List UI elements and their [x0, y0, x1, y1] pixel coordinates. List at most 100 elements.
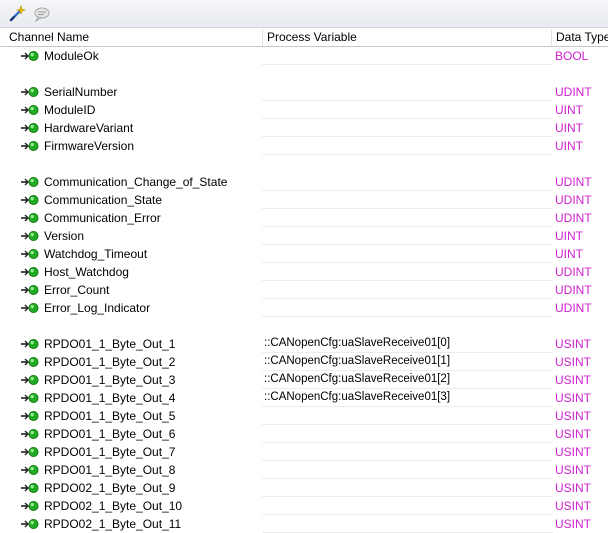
channel-row[interactable]: RPDO02_1_Byte_Out_10 USINT: [0, 497, 608, 515]
process-variable-cell[interactable]: [262, 443, 553, 461]
channel-name-cell[interactable]: SerialNumber: [0, 83, 262, 101]
process-variable-cell[interactable]: [262, 281, 553, 299]
channel-name-cell[interactable]: RPDO01_1_Byte_Out_6: [0, 425, 262, 443]
data-type-cell: UINT: [555, 247, 583, 261]
toolbar: [0, 0, 608, 28]
channel-row[interactable]: RPDO01_1_Byte_Out_2::CANopenCfg:uaSlaveR…: [0, 353, 608, 371]
channel-row[interactable]: RPDO02_1_Byte_Out_11 USINT: [0, 515, 608, 533]
wand-icon[interactable]: [8, 5, 26, 23]
process-variable-cell[interactable]: [262, 461, 553, 479]
process-variable-cell[interactable]: [262, 137, 553, 155]
channel-row[interactable]: RPDO02_1_Byte_Out_9 USINT: [0, 479, 608, 497]
channel-row[interactable]: RPDO01_1_Byte_Out_8 USINT: [0, 461, 608, 479]
channel-row[interactable]: Error_Log_Indicator UDINT: [0, 299, 608, 317]
process-variable-cell[interactable]: [262, 263, 553, 281]
process-variable-cell[interactable]: [262, 245, 553, 263]
process-variable-cell[interactable]: [262, 209, 553, 227]
data-type-cell: USINT: [555, 427, 591, 441]
channel-row[interactable]: Watchdog_Timeout UINT: [0, 245, 608, 263]
io-channel-icon: [20, 428, 40, 440]
io-channel-icon: [20, 302, 40, 314]
data-type-cell: UINT: [555, 121, 583, 135]
channel-row[interactable]: RPDO01_1_Byte_Out_4::CANopenCfg:uaSlaveR…: [0, 389, 608, 407]
process-variable-cell[interactable]: [262, 83, 553, 101]
channel-name-cell[interactable]: RPDO01_1_Byte_Out_8: [0, 461, 262, 479]
process-variable-cell[interactable]: ::CANopenCfg:uaSlaveReceive01[3]: [262, 389, 553, 407]
channel-name-cell[interactable]: Communication_State: [0, 191, 262, 209]
data-type-cell: USINT: [555, 481, 591, 495]
channel-name: Communication_Error: [44, 211, 161, 225]
data-type-cell: UDINT: [555, 301, 592, 315]
channel-name-cell[interactable]: RPDO02_1_Byte_Out_11: [0, 515, 262, 533]
io-channel-icon: [20, 356, 40, 368]
channel-name: RPDO01_1_Byte_Out_6: [44, 427, 176, 441]
process-variable-cell[interactable]: [262, 479, 553, 497]
channel-row[interactable]: RPDO01_1_Byte_Out_7 USINT: [0, 443, 608, 461]
process-variable-cell[interactable]: ::CANopenCfg:uaSlaveReceive01[0]: [262, 335, 553, 353]
process-variable-cell[interactable]: [262, 227, 553, 245]
channel-name-cell[interactable]: Host_Watchdog: [0, 263, 262, 281]
channel-name-cell[interactable]: RPDO01_1_Byte_Out_1: [0, 335, 262, 353]
channel-name-cell[interactable]: Communication_Error: [0, 209, 262, 227]
data-type-cell: UDINT: [555, 265, 592, 279]
channel-row[interactable]: Communication_State UDINT: [0, 191, 608, 209]
process-variable-cell[interactable]: [262, 101, 553, 119]
channel-row[interactable]: Host_Watchdog UDINT: [0, 263, 608, 281]
channel-row[interactable]: Version UINT: [0, 227, 608, 245]
channel-name-cell[interactable]: RPDO01_1_Byte_Out_4: [0, 389, 262, 407]
channel-row[interactable]: Error_Count UDINT: [0, 281, 608, 299]
channel-row[interactable]: HardwareVariant UINT: [0, 119, 608, 137]
channel-row[interactable]: SerialNumber UDINT: [0, 83, 608, 101]
process-variable-cell[interactable]: ::CANopenCfg:uaSlaveReceive01[2]: [262, 371, 553, 389]
io-channel-icon: [20, 230, 40, 242]
io-channel-icon: [20, 122, 40, 134]
data-type-cell: BOOL: [555, 49, 589, 63]
channel-row[interactable]: RPDO01_1_Byte_Out_6 USINT: [0, 425, 608, 443]
process-variable-cell[interactable]: ::CANopenCfg:uaSlaveReceive01[1]: [262, 353, 553, 371]
io-channel-icon: [20, 518, 40, 530]
channel-name: RPDO02_1_Byte_Out_11: [44, 517, 182, 531]
channel-row[interactable]: ModuleOk BOOL: [0, 47, 608, 65]
channel-name-cell[interactable]: RPDO02_1_Byte_Out_10: [0, 497, 262, 515]
channel-name-cell[interactable]: FirmwareVersion: [0, 137, 262, 155]
channel-name-cell[interactable]: Error_Count: [0, 281, 262, 299]
column-header-process-variable[interactable]: Process Variable: [262, 29, 551, 46]
process-variable-cell[interactable]: [262, 119, 553, 137]
channel-row[interactable]: RPDO01_1_Byte_Out_1::CANopenCfg:uaSlaveR…: [0, 335, 608, 353]
channel-row[interactable]: Communication_Change_of_State UDINT: [0, 173, 608, 191]
channel-row[interactable]: ModuleID UINT: [0, 101, 608, 119]
data-type-cell: USINT: [555, 373, 591, 387]
process-variable-cell[interactable]: [262, 173, 553, 191]
channel-name: Watchdog_Timeout: [44, 247, 148, 261]
column-header-data-type[interactable]: Data Type: [551, 29, 608, 46]
channel-name-cell[interactable]: HardwareVariant: [0, 119, 262, 137]
channel-name-cell[interactable]: ModuleOk: [0, 47, 262, 65]
process-variable-cell[interactable]: [262, 191, 553, 209]
channel-name-cell[interactable]: RPDO01_1_Byte_Out_2: [0, 353, 262, 371]
channel-row[interactable]: RPDO01_1_Byte_Out_3::CANopenCfg:uaSlaveR…: [0, 371, 608, 389]
process-variable-cell[interactable]: [262, 407, 553, 425]
channel-name-cell[interactable]: RPDO01_1_Byte_Out_3: [0, 371, 262, 389]
channel-name-cell[interactable]: ModuleID: [0, 101, 262, 119]
channel-row[interactable]: Communication_Error UDINT: [0, 209, 608, 227]
channel-row[interactable]: FirmwareVersion UINT: [0, 137, 608, 155]
column-header-channel-name[interactable]: Channel Name: [5, 29, 262, 46]
channel-row[interactable]: RPDO01_1_Byte_Out_5 USINT: [0, 407, 608, 425]
channel-name: SerialNumber: [44, 85, 118, 99]
channel-name-cell[interactable]: Error_Log_Indicator: [0, 299, 262, 317]
process-variable-cell[interactable]: [262, 299, 553, 317]
process-variable-cell[interactable]: [262, 425, 553, 443]
process-variable-cell[interactable]: [262, 497, 553, 515]
channel-name-cell[interactable]: Version: [0, 227, 262, 245]
channel-name-cell[interactable]: RPDO01_1_Byte_Out_7: [0, 443, 262, 461]
io-channel-icon: [20, 374, 40, 386]
comment-icon[interactable]: [32, 5, 50, 23]
process-variable-cell[interactable]: [262, 515, 553, 533]
process-variable-cell[interactable]: [262, 47, 553, 65]
channel-name-cell[interactable]: Watchdog_Timeout: [0, 245, 262, 263]
channel-name-cell[interactable]: Communication_Change_of_State: [0, 173, 262, 191]
io-channel-icon: [20, 392, 40, 404]
channel-name-cell[interactable]: RPDO01_1_Byte_Out_5: [0, 407, 262, 425]
channel-name-cell[interactable]: RPDO02_1_Byte_Out_9: [0, 479, 262, 497]
data-type-cell: USINT: [555, 391, 591, 405]
